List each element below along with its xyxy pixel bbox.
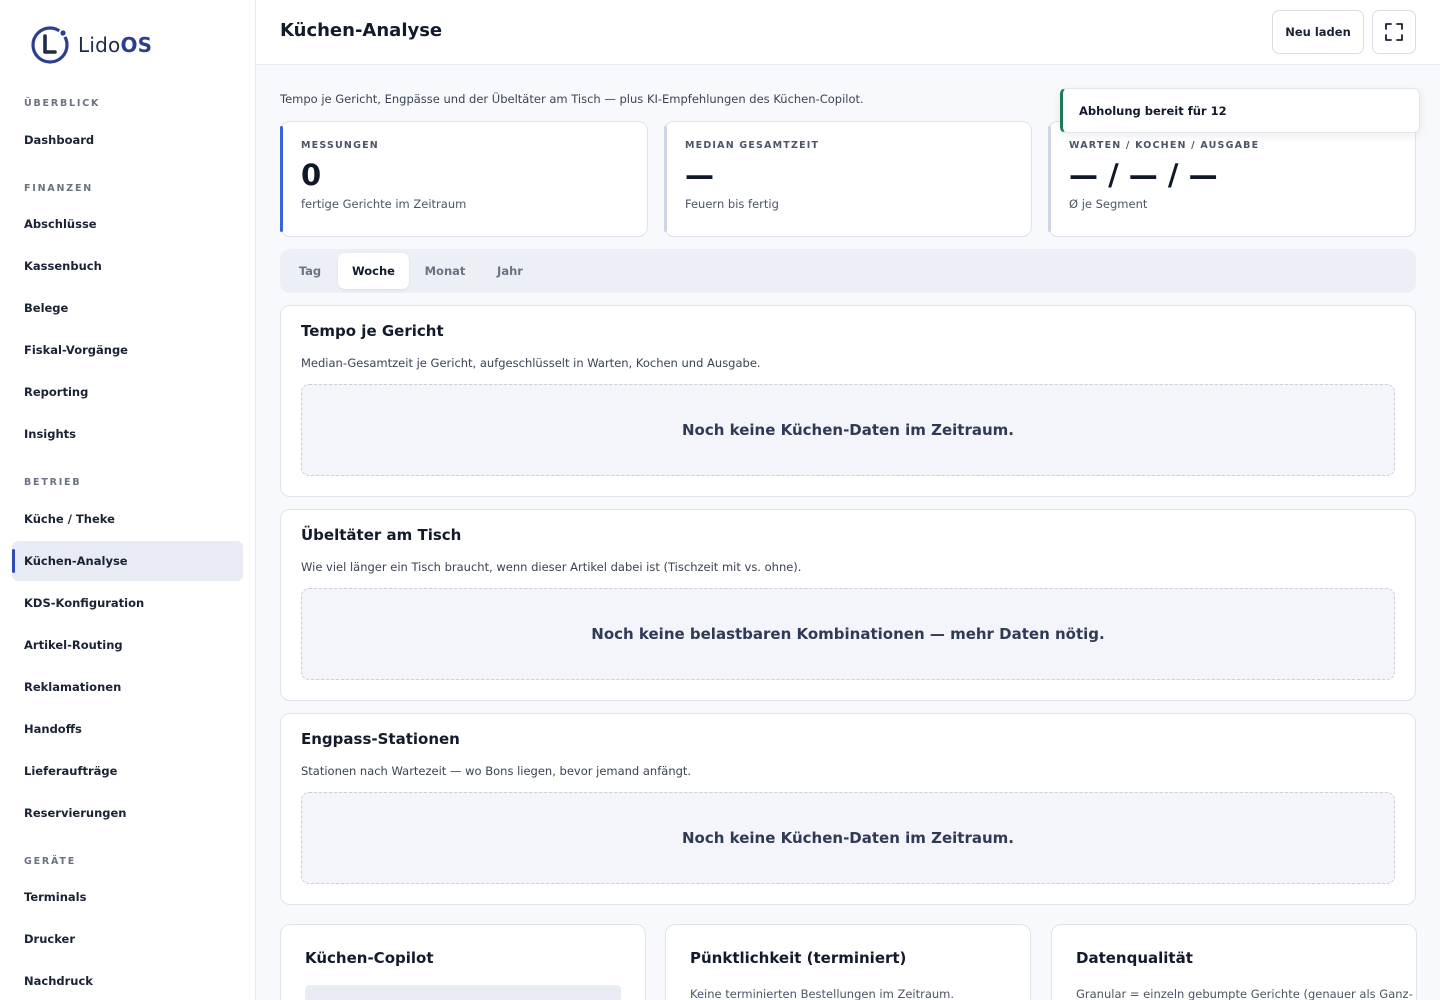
panel-tempo-per-dish: Tempo je Gericht Median-Gesamtzeit je Ge… bbox=[280, 305, 1416, 497]
kpi-value: — / — / — bbox=[1069, 158, 1218, 192]
panel-title: Übeltäter am Tisch bbox=[301, 526, 462, 544]
card-data-quality: Datenqualität Granular = einzeln gebumpt… bbox=[1051, 924, 1417, 1000]
sidebar-item-lieferauftraege[interactable]: Lieferaufträge bbox=[12, 751, 243, 791]
nav-section-overview: ÜBERBLICK bbox=[24, 98, 101, 109]
tab-week[interactable]: Woche bbox=[338, 253, 409, 289]
nav-section-devices: GERÄTE bbox=[24, 856, 76, 867]
empty-state: Noch keine Küchen-Daten im Zeitraum. bbox=[301, 384, 1395, 476]
panel-description: Wie viel länger ein Tisch braucht, wenn … bbox=[301, 560, 802, 574]
sidebar-item-abschluesse[interactable]: Abschlüsse bbox=[12, 204, 243, 244]
kpi-subtext: fertige Gerichte im Zeitraum bbox=[301, 197, 467, 211]
kpi-card-median: MEDIAN GESAMTZEIT — Feuern bis fertig bbox=[664, 121, 1032, 237]
kpi-value: — bbox=[685, 158, 714, 192]
panel-description: Median-Gesamtzeit je Gericht, aufgeschlü… bbox=[301, 356, 761, 370]
sidebar-item-fiskal-vorgaenge[interactable]: Fiskal-Vorgänge bbox=[12, 330, 243, 370]
card-title: Pünktlichkeit (terminiert) bbox=[690, 949, 907, 967]
sidebar-item-kueche-theke[interactable]: Küche / Theke bbox=[12, 499, 243, 539]
sidebar-item-dashboard[interactable]: Dashboard bbox=[12, 120, 243, 160]
kpi-label: MESSUNGEN bbox=[301, 140, 379, 151]
sidebar-item-kassenbuch[interactable]: Kassenbuch bbox=[12, 246, 243, 286]
sidebar-item-artikel-routing[interactable]: Artikel-Routing bbox=[12, 625, 243, 665]
card-title: Datenqualität bbox=[1076, 949, 1193, 967]
panel-bottleneck-stations: Engpass-Stationen Stationen nach Warteze… bbox=[280, 713, 1416, 905]
expand-icon bbox=[1385, 23, 1403, 41]
tab-day[interactable]: Tag bbox=[284, 253, 336, 289]
sidebar-item-kds-konfiguration[interactable]: KDS-Konfiguration bbox=[12, 583, 243, 623]
panel-table-culprit: Übeltäter am Tisch Wie viel länger ein T… bbox=[280, 509, 1416, 701]
sidebar-item-insights[interactable]: Insights bbox=[12, 414, 243, 454]
kpi-label: WARTEN / KOCHEN / AUSGABE bbox=[1069, 140, 1260, 151]
panel-description: Stationen nach Wartezeit — wo Bons liege… bbox=[301, 764, 692, 778]
empty-state: Noch keine belastbaren Kombinationen — m… bbox=[301, 588, 1395, 680]
sidebar-item-terminals[interactable]: Terminals bbox=[12, 877, 243, 917]
fullscreen-button[interactable] bbox=[1372, 10, 1416, 54]
period-tabs: Tag Woche Monat Jahr bbox=[280, 249, 1416, 293]
sidebar-item-reklamationen[interactable]: Reklamationen bbox=[12, 667, 243, 707]
panel-title: Tempo je Gericht bbox=[301, 322, 444, 340]
kpi-label: MEDIAN GESAMTZEIT bbox=[685, 140, 820, 151]
sidebar-item-nachdruck[interactable]: Nachdruck bbox=[12, 961, 243, 1000]
kpi-card-segments: WARTEN / KOCHEN / AUSGABE — / — / — Ø je… bbox=[1048, 121, 1416, 237]
card-title: Küchen-Copilot bbox=[305, 949, 434, 967]
nav-section-finance: FINANZEN bbox=[24, 183, 94, 194]
card-kitchen-copilot: Küchen-Copilot bbox=[280, 924, 646, 1000]
notification-toast[interactable]: Abholung bereit für 12 bbox=[1060, 88, 1420, 133]
sidebar-item-handoffs[interactable]: Handoffs bbox=[12, 709, 243, 749]
panel-title: Engpass-Stationen bbox=[301, 730, 460, 748]
top-bar: Küchen-Analyse Neu laden bbox=[256, 0, 1440, 65]
page-subtitle: Tempo je Gericht, Engpässe und der Übelt… bbox=[280, 92, 864, 106]
sidebar-item-belege[interactable]: Belege bbox=[12, 288, 243, 328]
sidebar-item-reporting[interactable]: Reporting bbox=[12, 372, 243, 412]
card-text: Granular = einzeln gebumpte Gerichte (ge… bbox=[1076, 987, 1413, 1000]
brand-name: LidoOS bbox=[78, 33, 153, 57]
brand-logo[interactable]: LidoOS bbox=[30, 25, 152, 65]
kpi-card-measurements: MESSUNGEN 0 fertige Gerichte im Zeitraum bbox=[280, 121, 648, 237]
page-title: Küchen-Analyse bbox=[280, 20, 443, 41]
empty-state: Noch keine Küchen-Daten im Zeitraum. bbox=[301, 792, 1395, 884]
sidebar-item-reservierungen[interactable]: Reservierungen bbox=[12, 793, 243, 833]
sidebar-item-kuechen-analyse[interactable]: Küchen-Analyse bbox=[12, 541, 243, 581]
sidebar-item-drucker[interactable]: Drucker bbox=[12, 919, 243, 959]
tab-year[interactable]: Jahr bbox=[481, 253, 539, 289]
nav-section-operations: BETRIEB bbox=[24, 477, 82, 488]
tab-month[interactable]: Monat bbox=[411, 253, 479, 289]
sidebar: LidoOS ÜBERBLICK Dashboard FINANZEN Absc… bbox=[0, 0, 256, 1000]
copilot-loading-placeholder bbox=[305, 985, 621, 1000]
card-punctuality: Pünktlichkeit (terminiert) Keine termini… bbox=[665, 924, 1031, 1000]
kpi-value: 0 bbox=[301, 158, 322, 192]
kpi-subtext: Feuern bis fertig bbox=[685, 197, 779, 211]
reload-button[interactable]: Neu laden bbox=[1272, 10, 1364, 54]
kpi-subtext: Ø je Segment bbox=[1069, 197, 1148, 211]
lido-logo-icon bbox=[31, 26, 69, 64]
card-text: Keine terminierten Bestellungen im Zeitr… bbox=[690, 987, 955, 1000]
